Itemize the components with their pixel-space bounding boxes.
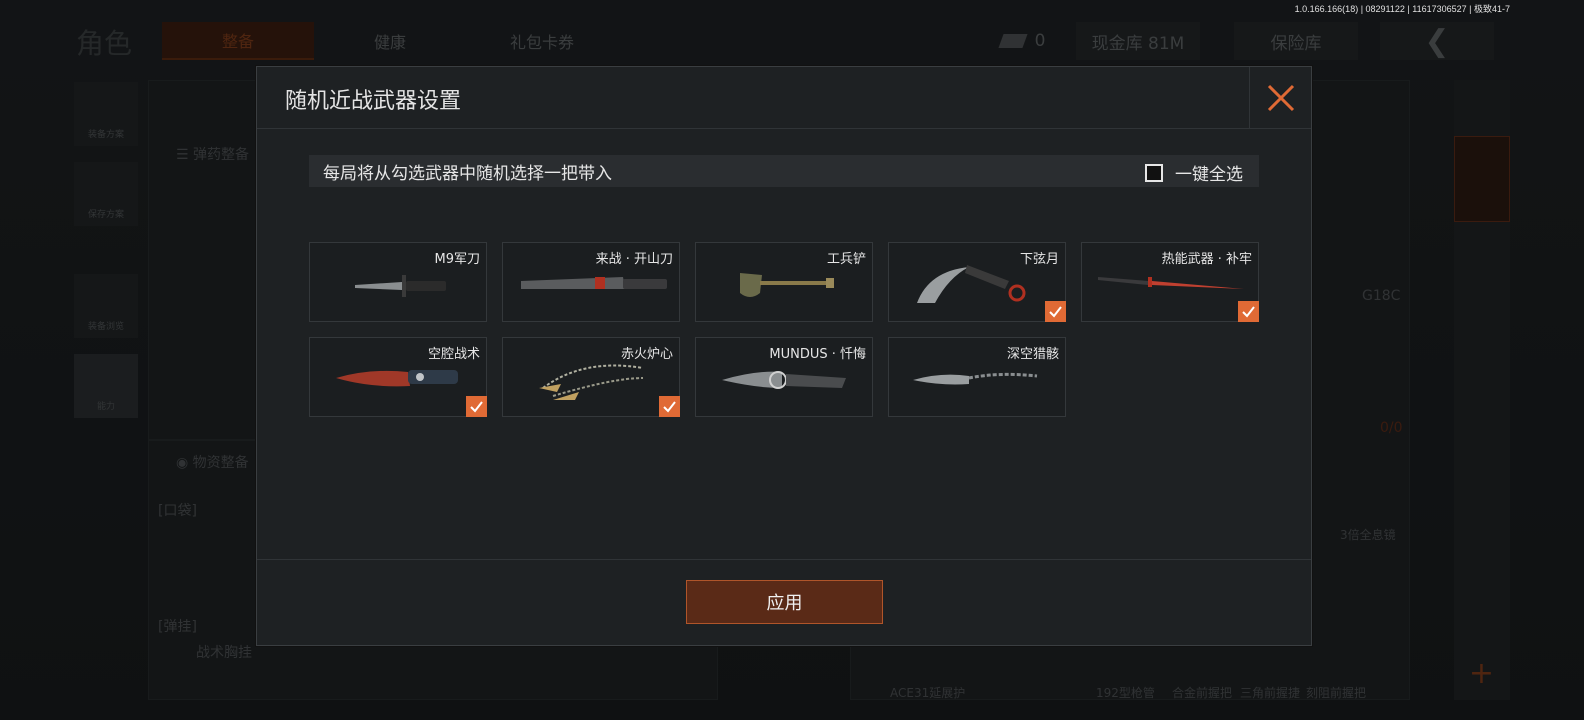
checked-icon[interactable] — [659, 396, 680, 417]
version-text: 1.0.166.166(18) | 08291122 | 11617306527… — [1294, 4, 1510, 14]
apply-button[interactable]: 应用 — [686, 580, 883, 624]
close-icon — [1267, 84, 1294, 112]
select-all-checkbox[interactable] — [1145, 163, 1163, 182]
checked-icon[interactable] — [1045, 301, 1066, 322]
select-all-toggle[interactable]: 一键全选 — [1145, 160, 1243, 185]
tactical-knife-icon — [336, 370, 458, 387]
random-melee-dialog: 随机近战武器设置 每局将从勾选武器中随机选择一把带入 一键全选 M9军刀 来战 … — [256, 66, 1312, 646]
chain-kunai-icon — [539, 364, 644, 400]
weapon-card-deepspace[interactable]: 深空猎骸 — [888, 337, 1066, 417]
weapon-card-machete[interactable]: 来战 · 开山刀 — [502, 242, 680, 322]
close-button[interactable] — [1249, 67, 1311, 129]
weapon-card-karambit[interactable]: 下弦月 — [888, 242, 1066, 322]
weapon-card-shovel[interactable]: 工兵铲 — [695, 242, 873, 322]
dialog-footer: 应用 — [257, 559, 1311, 645]
weapon-card-m9[interactable]: M9军刀 — [309, 242, 487, 322]
select-all-label: 一键全选 — [1175, 165, 1243, 185]
shovel-icon — [740, 273, 834, 297]
katana-icon — [1098, 277, 1244, 289]
info-text: 每局将从勾选武器中随机选择一把带入 — [323, 163, 612, 184]
checked-icon[interactable] — [1238, 301, 1259, 322]
dialog-title: 随机近战武器设置 — [285, 89, 462, 114]
weapon-card-mundus[interactable]: MUNDUS · 忏悔 — [695, 337, 873, 417]
bayonet-icon — [355, 275, 446, 297]
dialog-header: 随机近战武器设置 — [257, 67, 1311, 129]
weapon-card-redfire[interactable]: 赤火炉心 — [502, 337, 680, 417]
karambit-icon — [917, 265, 1026, 303]
weapon-card-katana[interactable]: 热能武器 · 补牢 — [1081, 242, 1259, 322]
weapon-card-hollow[interactable]: 空腔战术 — [309, 337, 487, 417]
checked-icon[interactable] — [466, 396, 487, 417]
info-bar: 每局将从勾选武器中随机选择一把带入 一键全选 — [309, 155, 1259, 187]
machete-icon — [521, 277, 667, 289]
ornate-knife-icon — [722, 371, 846, 389]
chain-blade-icon — [913, 372, 1038, 385]
